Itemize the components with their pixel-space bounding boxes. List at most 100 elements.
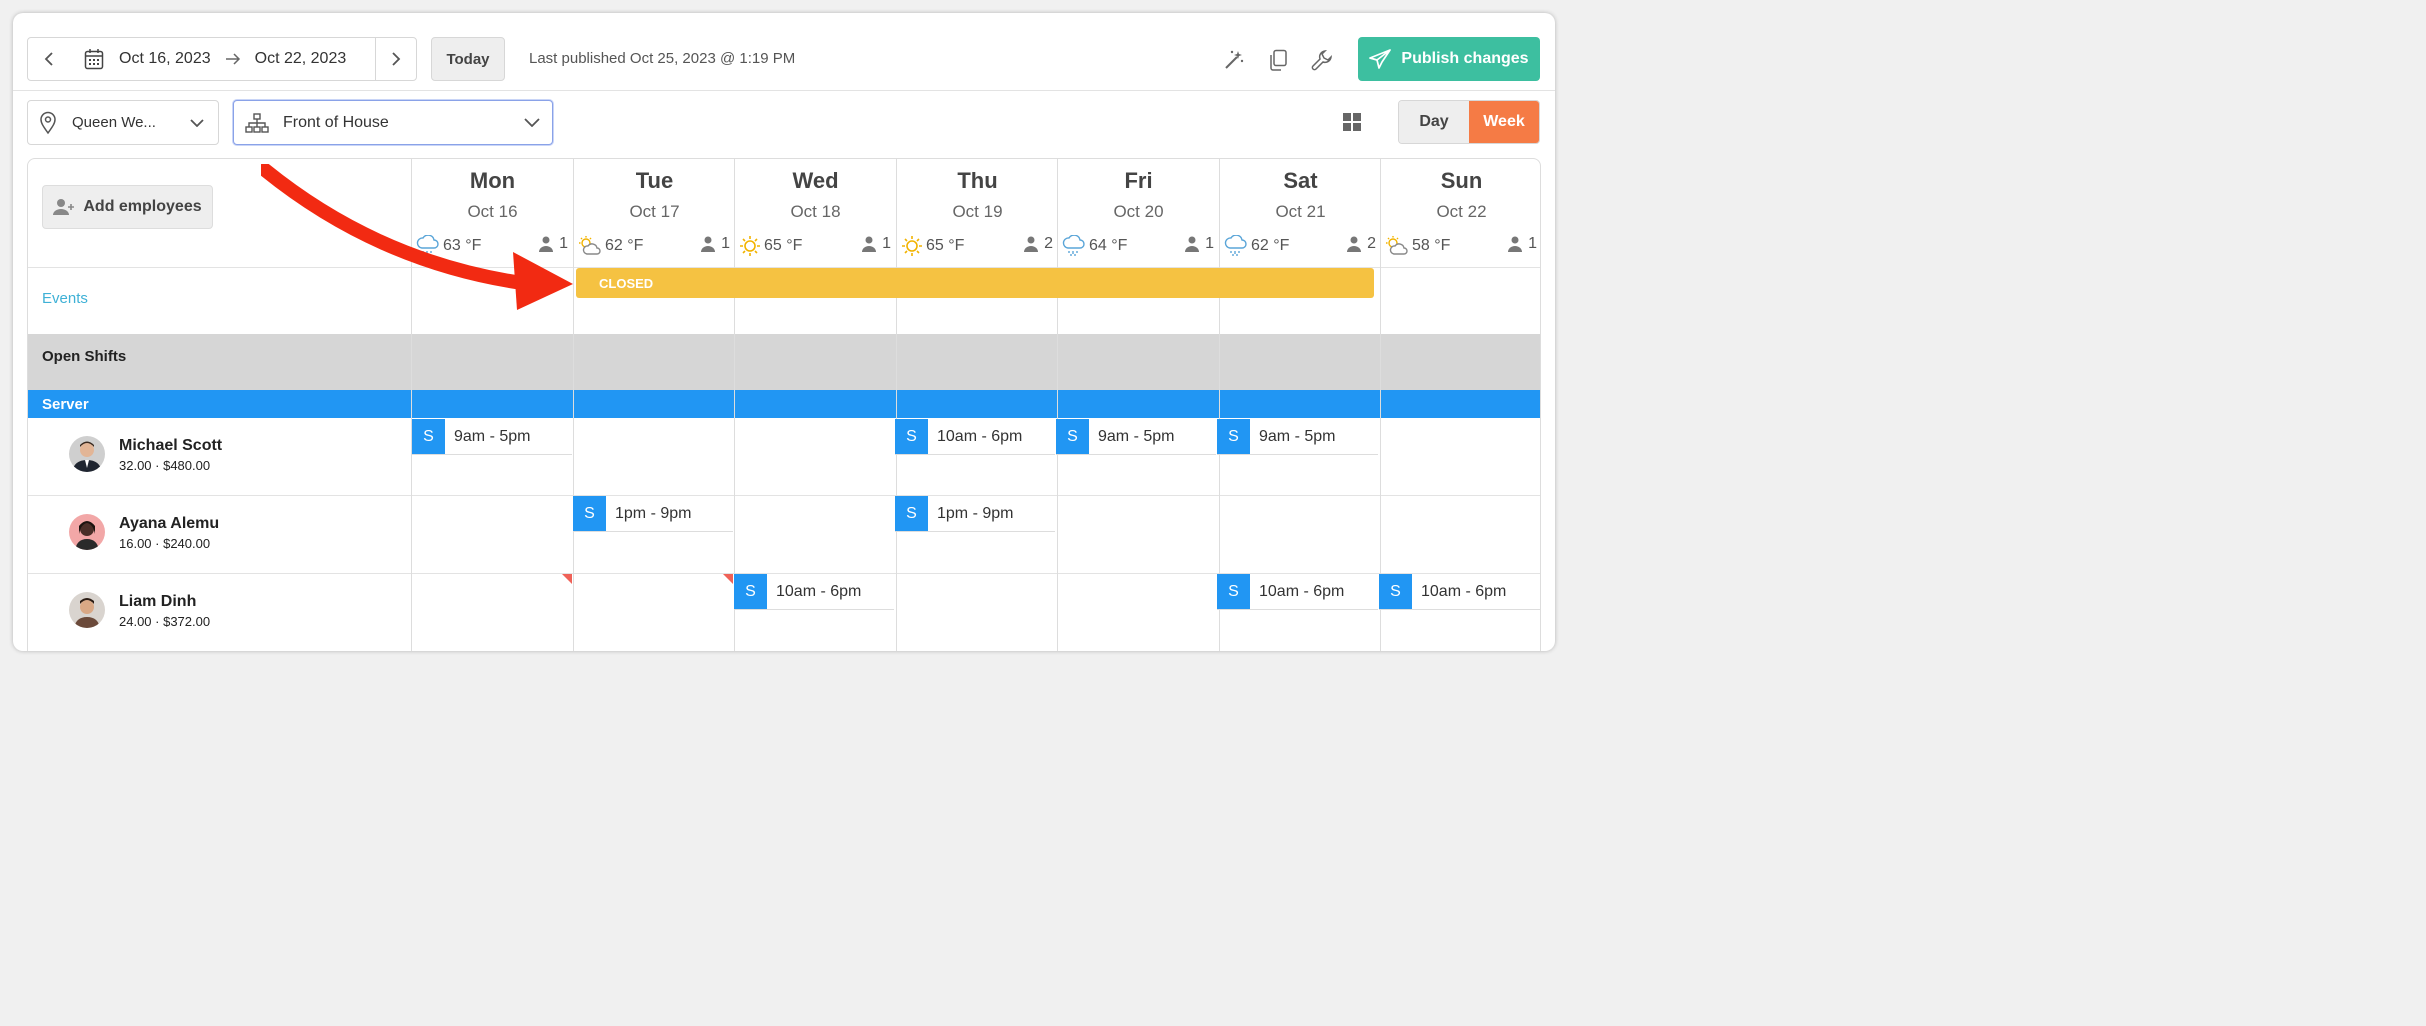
staff-count-value: 2 (1044, 235, 1053, 252)
staff-count: 1 (862, 235, 891, 253)
shift-card[interactable]: S 10am - 6pm (1217, 574, 1378, 610)
shift-card[interactable]: S 9am - 5pm (1056, 419, 1216, 455)
shift-badge: S (1056, 419, 1089, 454)
day-header-sun[interactable]: Sun Oct 22 58 °F 1 (1381, 159, 1540, 267)
previous-week-button[interactable] (27, 37, 70, 81)
shift-time: 9am - 5pm (454, 427, 531, 445)
temperature: 64 °F (1089, 237, 1128, 254)
open-shifts-row[interactable] (28, 334, 1540, 390)
shift-badge: S (1217, 574, 1250, 609)
day-date: Oct 22 (1436, 202, 1487, 221)
role-header-server: Server (28, 390, 1540, 418)
staff-count: 1 (1185, 235, 1214, 253)
conflict-marker (562, 574, 572, 584)
employee-row-ayana-alemu[interactable]: Ayana Alemu 16.00 · $240.00 (28, 496, 411, 574)
add-user-icon (53, 198, 75, 216)
employee-rate: 24.00 · $372.00 (119, 614, 211, 629)
day-name: Sun (1440, 168, 1483, 193)
person-icon (862, 236, 877, 252)
chevron-down-icon (524, 118, 540, 127)
shift-badge: S (412, 419, 445, 454)
employee-name: Ayana Alemu (119, 515, 220, 532)
rain-cloud-icon (1062, 235, 1086, 257)
day-header-sat[interactable]: Sat Oct 21 62 °F 2 (1220, 159, 1381, 267)
grid-view-icon[interactable] (1342, 112, 1362, 132)
week-view-button[interactable]: Week (1469, 101, 1539, 143)
org-chart-icon (245, 112, 269, 133)
next-week-button[interactable] (375, 37, 417, 81)
sun-icon (901, 235, 923, 257)
weather: 62 °F (578, 235, 643, 257)
shift-card[interactable]: S 9am - 5pm (412, 419, 572, 455)
shift-time: 10am - 6pm (937, 427, 1023, 445)
shift-time: 9am - 5pm (1098, 427, 1175, 445)
employee-rate: 32.00 · $480.00 (119, 458, 211, 473)
copy-icon[interactable] (1268, 49, 1288, 71)
weather: 65 °F (739, 235, 802, 257)
employee-name: Liam Dinh (119, 593, 197, 610)
shift-badge: S (573, 496, 606, 531)
shift-card[interactable]: S 9am - 5pm (1217, 419, 1378, 455)
day-date: Oct 19 (952, 202, 1003, 221)
add-employees-label: Add employees (83, 198, 202, 215)
person-icon (1508, 236, 1523, 252)
employee-row-liam-dinh[interactable]: Liam Dinh 24.00 · $372.00 (28, 574, 411, 651)
shift-badge: S (1379, 574, 1412, 609)
day-header-tue[interactable]: Tue Oct 17 62 °F 1 (574, 159, 735, 267)
map-pin-icon (39, 111, 57, 135)
day-date: Oct 20 (1113, 202, 1164, 221)
day-name: Sat (1283, 168, 1318, 193)
shift-time: 10am - 6pm (776, 582, 862, 600)
staff-count: 1 (1508, 235, 1537, 253)
date-range-picker[interactable]: Oct 16, 2023 Oct 22, 2023 (69, 37, 376, 81)
rain-cloud-icon (1224, 235, 1248, 257)
column-divider (1057, 159, 1058, 651)
shift-card[interactable]: S 1pm - 9pm (573, 496, 733, 532)
magic-wand-icon[interactable] (1223, 49, 1245, 71)
events-label[interactable]: Events (42, 290, 88, 307)
conflict-marker (723, 574, 733, 584)
publish-changes-button[interactable]: Publish changes (1358, 37, 1540, 81)
day-name: Tue (635, 168, 674, 193)
add-employees-button[interactable]: Add employees (42, 185, 213, 229)
day-view-button[interactable]: Day (1399, 101, 1469, 143)
shift-time: 1pm - 9pm (615, 504, 692, 522)
partly-sunny-icon (1385, 235, 1409, 257)
staff-count: 2 (1024, 235, 1053, 253)
location-select[interactable]: Queen We... (27, 100, 219, 145)
shift-card[interactable]: S 10am - 6pm (734, 574, 894, 610)
shift-badge: S (1217, 419, 1250, 454)
department-select[interactable]: Front of House (233, 100, 553, 145)
day-header-fri[interactable]: Fri Oct 20 64 °F 1 (1058, 159, 1219, 267)
chevron-left-icon (44, 51, 54, 67)
temperature: 62 °F (1251, 237, 1290, 254)
shift-time: 1pm - 9pm (937, 504, 1014, 522)
staff-count: 1 (701, 235, 730, 253)
shift-card[interactable]: S 10am - 6pm (1379, 574, 1540, 610)
shift-card[interactable]: S 1pm - 9pm (895, 496, 1055, 532)
staff-count: 2 (1347, 235, 1376, 253)
day-header-thu[interactable]: Thu Oct 19 65 °F 2 (897, 159, 1058, 267)
wrench-icon[interactable] (1311, 49, 1333, 71)
location-value: Queen We... (72, 114, 156, 131)
weather: 62 °F (1224, 235, 1289, 257)
weather: 64 °F (1062, 235, 1127, 257)
day-name: Fri (1124, 168, 1153, 193)
employee-row-michael-scott[interactable]: Michael Scott 32.00 · $480.00 (28, 418, 411, 496)
shift-time: 10am - 6pm (1259, 582, 1345, 600)
staff-count-value: 2 (1367, 235, 1376, 252)
day-date: Oct 17 (629, 202, 680, 221)
today-button[interactable]: Today (431, 37, 505, 81)
shift-time: 9am - 5pm (1259, 427, 1336, 445)
day-header-wed[interactable]: Wed Oct 18 65 °F 1 (735, 159, 896, 267)
temperature: 65 °F (764, 237, 803, 254)
staff-count-value: 1 (882, 235, 891, 252)
staff-count-value: 1 (1205, 235, 1214, 252)
partly-sunny-icon (578, 235, 602, 257)
day-date: Oct 21 (1275, 202, 1326, 221)
employee-name: Michael Scott (119, 437, 223, 454)
shift-card[interactable]: S 10am - 6pm (895, 419, 1055, 455)
shift-time: 10am - 6pm (1421, 582, 1507, 600)
chevron-right-icon (391, 51, 401, 67)
closed-event-bar[interactable]: CLOSED (576, 268, 1374, 298)
